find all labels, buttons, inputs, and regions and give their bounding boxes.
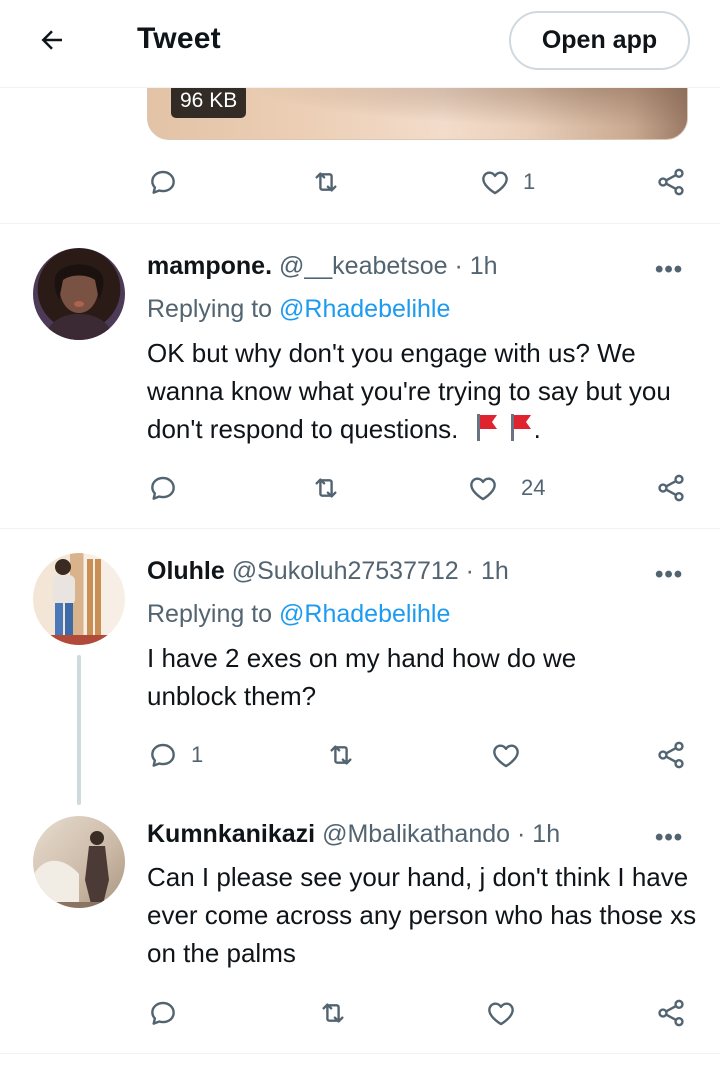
more-icon: ••• [655,824,684,851]
like-count: 1 [523,169,536,194]
like-button[interactable] [485,993,517,1033]
separator-dot: · [454,252,463,280]
divider [0,1053,720,1054]
like-count: 24 [521,475,546,500]
reply-button[interactable] [147,993,179,1033]
media-size-badge: 96 KB [171,84,247,118]
like-icon [493,744,519,768]
share-icon [658,474,684,502]
back-button[interactable] [30,22,74,58]
reply-count: 1 [191,742,204,767]
reply-icon [151,476,175,500]
more-options-button[interactable]: ••• [655,256,683,284]
divider [0,528,720,529]
share-icon [658,999,684,1027]
share-button[interactable] [655,162,687,202]
retweet-button[interactable] [317,993,349,1033]
reply-button[interactable]: 1 [147,735,203,775]
tweet-text: OK but why don't you engage with us? We … [147,334,697,448]
reply-icon [151,743,175,767]
tweet-body-suffix: . [533,414,541,444]
mention-link[interactable]: @Rhadebelihle [279,600,450,628]
tweet-time[interactable]: 1h [481,557,509,585]
red-flag-icon [510,414,531,441]
more-icon: ••• [655,561,684,588]
retweet-icon [315,478,337,498]
reply-button[interactable] [147,162,179,202]
separator-dot: · [517,820,526,848]
more-options-button[interactable]: ••• [655,561,683,589]
tweet-time[interactable]: 1h [470,252,498,280]
red-flag-icon [476,414,497,441]
retweet-button[interactable] [310,162,342,202]
replying-to-label: Replying to [147,295,273,323]
tweet-meta: mampone. @__keabetsoe · 1h [147,252,498,281]
user-handle[interactable]: @Mbalikathando [322,820,510,848]
reply-icon [151,170,175,194]
replying-to: Replying to @Rhadebelihle [147,600,450,629]
user-handle[interactable]: @Sukoluh27537712 [232,557,459,585]
mention-link[interactable]: @Rhadebelihle [279,295,450,323]
reply-icon [151,1001,175,1025]
share-button[interactable] [655,735,687,775]
page-title: Tweet [137,22,221,55]
retweet-icon [322,1003,344,1023]
divider [0,223,720,224]
reply-button[interactable] [147,468,179,508]
tweet-actions: 1 [147,735,692,775]
share-button[interactable] [655,993,687,1033]
separator-dot: · [465,557,474,585]
retweet-button[interactable] [325,735,357,775]
share-icon [658,168,684,196]
like-button[interactable] [490,735,522,775]
more-icon: ••• [655,256,684,283]
thread-connector [77,655,81,805]
like-button[interactable]: 24 [467,468,545,508]
tweet-time[interactable]: 1h [532,820,560,848]
top-bar: Tweet Open app [0,0,720,88]
retweet-icon [330,745,352,765]
like-icon [488,1002,514,1026]
replying-to-label: Replying to [147,600,273,628]
like-button[interactable]: 1 [479,162,535,202]
avatar[interactable] [33,816,125,908]
retweet-icon [315,172,337,192]
share-icon [658,741,684,769]
tweet-actions [147,993,692,1033]
avatar[interactable] [33,553,125,645]
avatar[interactable] [33,248,125,340]
retweet-button[interactable] [310,468,342,508]
tweet-actions: 1 [147,162,692,202]
display-name[interactable]: mampone. [147,252,272,280]
tweet-meta: Kumnkanikazi @Mbalikathando · 1h [147,820,560,849]
more-options-button[interactable]: ••• [655,824,683,852]
user-handle[interactable]: @__keabetsoe [279,252,448,280]
back-arrow-icon [41,30,62,50]
display-name[interactable]: Kumnkanikazi [147,820,315,848]
display-name[interactable]: Oluhle [147,557,225,585]
tweet-text: I have 2 exes on my hand how do we unblo… [147,643,577,711]
tweet-meta: Oluhle @Sukoluh27537712 · 1h [147,557,509,586]
tweet-text: Can I please see your hand, j don't thin… [147,862,697,968]
like-icon [470,477,496,501]
share-button[interactable] [655,468,687,508]
tweet-actions: 24 [147,468,692,508]
open-app-button[interactable]: Open app [509,11,690,70]
like-icon [482,171,508,195]
tweet-body: OK but why don't you engage with us? We … [147,338,671,444]
replying-to: Replying to @Rhadebelihle [147,295,450,324]
